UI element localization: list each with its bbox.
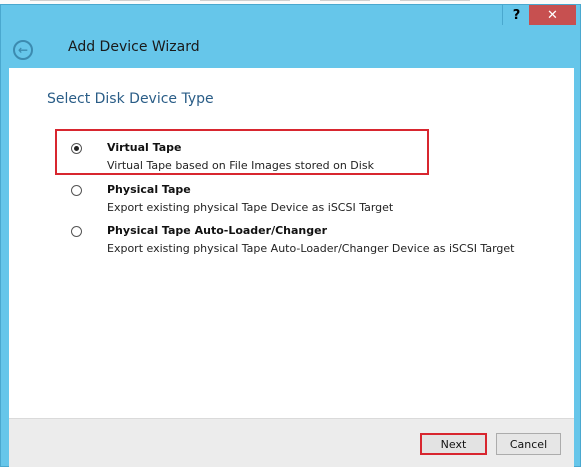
section-title: Select Disk Device Type xyxy=(47,91,214,107)
option-description: Export existing physical Tape Auto-Loade… xyxy=(107,242,515,255)
option-title: Physical Tape xyxy=(107,183,191,196)
cancel-button[interactable]: Cancel xyxy=(496,433,561,455)
option-description: Export existing physical Tape Device as … xyxy=(107,201,394,214)
wizard-window: ? ✕ ← Add Device Wizard Select Disk Devi… xyxy=(0,4,581,467)
option-title: Virtual Tape xyxy=(107,141,182,154)
radio-virtual-tape[interactable] xyxy=(71,143,82,154)
wizard-title: Add Device Wizard xyxy=(68,39,200,55)
wizard-content: Select Disk Device Type Virtual Tape Vir… xyxy=(9,68,574,418)
radio-physical-tape[interactable] xyxy=(71,185,82,196)
close-button[interactable]: ✕ xyxy=(529,5,576,25)
back-arrow-icon[interactable]: ← xyxy=(13,40,33,60)
next-button[interactable]: Next xyxy=(420,433,487,455)
option-description: Virtual Tape based on File Images stored… xyxy=(107,159,374,172)
wizard-footer: Next Cancel xyxy=(9,418,574,467)
help-button[interactable]: ? xyxy=(502,5,530,25)
radio-physical-tape-autoloader[interactable] xyxy=(71,226,82,237)
option-title: Physical Tape Auto-Loader/Changer xyxy=(107,224,328,237)
